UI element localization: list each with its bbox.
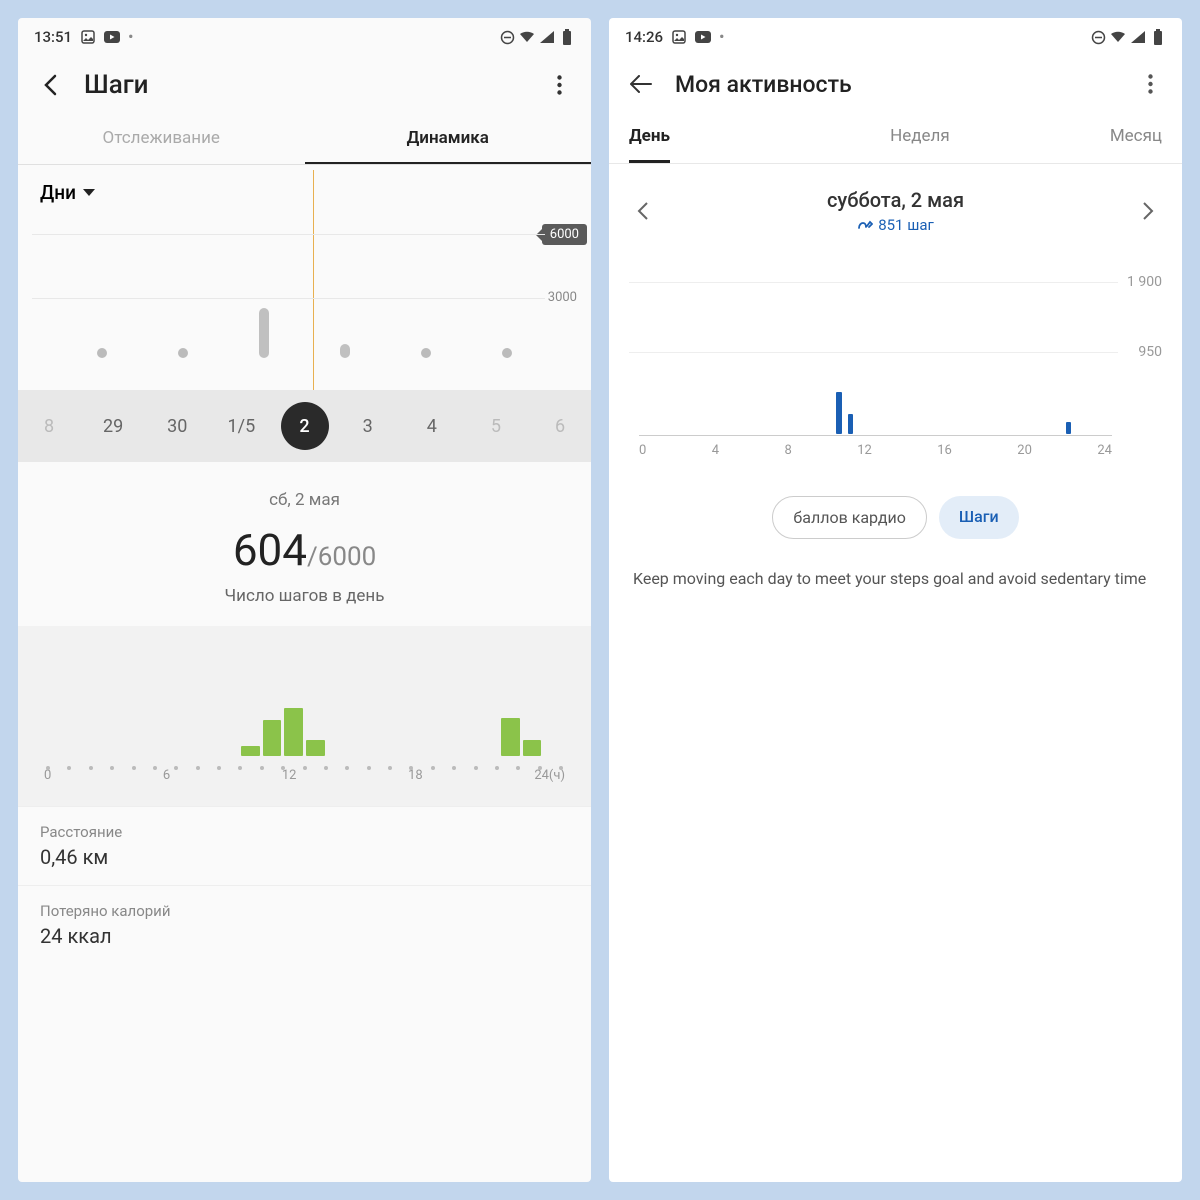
battery-icon — [559, 29, 575, 45]
phone-googlefit: 14:26 • Моя активность День Неделя Месяц… — [609, 18, 1182, 1182]
tab-day[interactable]: День — [629, 112, 670, 163]
tab-month[interactable]: Месяц — [1110, 112, 1162, 163]
back-button[interactable] — [36, 71, 64, 99]
date-item[interactable]: 5 — [471, 416, 521, 437]
phone-samsung: 13:51 • Шаги Отслеживание Динамика Дни 6… — [18, 18, 591, 1182]
chevron-down-icon — [82, 188, 96, 198]
dot-icon: • — [719, 28, 724, 46]
daily-mini-chart: 6000 3000 — [22, 220, 587, 390]
page-title: Шаги — [84, 70, 525, 100]
wifi-icon — [1110, 29, 1126, 45]
date-item-selected[interactable]: 2 — [281, 402, 329, 450]
next-day-button[interactable] — [1134, 193, 1162, 229]
status-bar: 13:51 • — [18, 18, 591, 56]
x-ticks: 04812162024 — [639, 443, 1112, 458]
metric-toggle: баллов кардио Шаги — [609, 496, 1182, 539]
info-text: Keep moving each day to meet your steps … — [609, 567, 1182, 591]
youtube-icon — [104, 29, 120, 45]
tab-dynamics[interactable]: Динамика — [305, 114, 592, 164]
battery-icon — [1150, 29, 1166, 45]
page-header: Шаги — [18, 56, 591, 114]
status-time: 14:26 — [625, 28, 663, 46]
page-title: Моя активность — [675, 71, 1116, 98]
status-bar: 14:26 • — [609, 18, 1182, 56]
tab-week[interactable]: Неделя — [890, 112, 950, 163]
steps-icon — [857, 218, 873, 232]
toggle-steps[interactable]: Шаги — [939, 496, 1019, 539]
overflow-menu[interactable] — [1136, 70, 1164, 98]
dnd-icon — [1090, 29, 1106, 45]
gallery-icon — [80, 29, 96, 45]
hourly-chart: 1 900 950 04812162024 — [629, 258, 1162, 458]
date-item[interactable]: 3 — [343, 416, 393, 437]
tabs: День Неделя Месяц — [609, 112, 1182, 164]
wifi-icon — [519, 29, 535, 45]
toggle-cardio[interactable]: баллов кардио — [772, 496, 927, 539]
date-item[interactable]: 8 — [24, 416, 74, 437]
dot-icon: • — [128, 28, 133, 46]
steps-value: 604 — [233, 524, 307, 576]
date-item[interactable]: 29 — [88, 416, 138, 437]
stat-distance[interactable]: Расстояние 0,46 км — [18, 806, 591, 885]
tab-tracking[interactable]: Отслеживание — [18, 114, 305, 164]
y-label-mid: 950 — [1138, 344, 1162, 360]
steps-goal: /6000 — [307, 542, 376, 572]
youtube-icon — [695, 29, 711, 45]
stat-calories[interactable]: Потеряно калорий 24 ккал — [18, 885, 591, 964]
status-time: 13:51 — [34, 28, 72, 46]
page-header: Моя активность — [609, 56, 1182, 112]
hourly-chart: 06121824(ч) — [18, 626, 591, 806]
date-item[interactable]: 30 — [152, 416, 202, 437]
overflow-menu[interactable] — [545, 71, 573, 99]
date-item[interactable]: 6 — [535, 416, 585, 437]
gallery-icon — [671, 29, 687, 45]
signal-icon — [539, 29, 555, 45]
back-button[interactable] — [627, 70, 655, 98]
period-dropdown[interactable]: Дни — [18, 165, 591, 220]
summary-caption: Число шагов в день — [18, 586, 591, 606]
y-label-top: 1 900 — [1127, 274, 1162, 290]
prev-day-button[interactable] — [629, 193, 657, 229]
date-steps: 851 шаг — [827, 216, 964, 234]
date-strip[interactable]: 8 29 30 1/5 2 3 4 5 6 — [18, 390, 591, 462]
date-title: суббота, 2 мая — [827, 188, 964, 212]
hourly-ticks: 06121824(ч) — [38, 768, 571, 783]
date-nav: суббота, 2 мая 851 шаг — [609, 164, 1182, 238]
date-item[interactable]: 1/5 — [216, 416, 266, 437]
signal-icon — [1130, 29, 1146, 45]
summary-date: сб, 2 мая — [18, 490, 591, 510]
tabs: Отслеживание Динамика — [18, 114, 591, 165]
daily-summary: сб, 2 мая 604/6000 Число шагов в день — [18, 462, 591, 626]
dnd-icon — [499, 29, 515, 45]
date-item[interactable]: 4 — [407, 416, 457, 437]
